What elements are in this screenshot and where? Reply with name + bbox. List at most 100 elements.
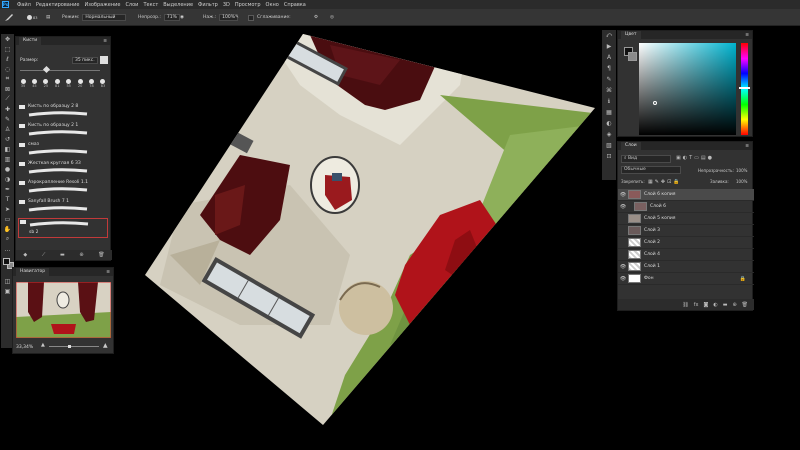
color-tab[interactable]: Цвет [621, 31, 641, 39]
styles-icon[interactable]: ◈ [602, 129, 616, 140]
visibility-eye-icon[interactable]: 👁 [618, 276, 628, 282]
layer-style-icon[interactable]: fx [694, 302, 699, 308]
navigator-zoom-slider[interactable] [49, 346, 99, 347]
smoothing-checkbox[interactable] [248, 14, 254, 21]
preset-6[interactable]: 20 [76, 79, 84, 91]
properties-icon[interactable]: ▦ [602, 107, 616, 118]
menu-select[interactable]: Выделение [163, 2, 193, 8]
menu-edit[interactable]: Редактирование [36, 2, 80, 8]
brush-tool-icon[interactable]: ✎ [1, 114, 14, 124]
eyedropper-tool-icon[interactable]: ⟋ [1, 94, 14, 104]
hue-slider-handle[interactable] [739, 87, 750, 89]
preset-1[interactable]: 35 [19, 79, 27, 91]
brush-size-slider[interactable] [20, 70, 100, 71]
panel-menu-icon[interactable]: ≡ [106, 270, 110, 275]
brush-item[interactable]: Аэрокрапление Resoli 1.1 [18, 180, 108, 193]
add-mask-icon[interactable]: ◙ [703, 302, 708, 308]
brush-panel-toggle-icon[interactable]: ▤ [46, 13, 50, 22]
preset-2[interactable]: 45 [30, 79, 38, 91]
navigator-tab[interactable]: Навигатор [16, 268, 50, 276]
document-canvas[interactable] [140, 25, 610, 450]
color-field[interactable] [639, 43, 736, 135]
preset-3[interactable]: 25 [42, 79, 50, 91]
delete-brush-icon[interactable]: 🗑 [98, 252, 104, 258]
layer-row[interactable]: Слой 5 копия [618, 213, 754, 225]
lasso-tool-icon[interactable]: ℓ [1, 54, 14, 64]
menu-3d[interactable]: 3D [223, 2, 230, 8]
new-brush-icon[interactable]: ⊕ [79, 252, 83, 258]
paragraph-icon[interactable]: ¶ [602, 63, 616, 74]
marquee-tool-icon[interactable]: ⬚ [1, 44, 14, 54]
brush-tool-icon[interactable] [4, 13, 14, 22]
shape-tool-icon[interactable]: ▭ [1, 214, 14, 224]
brushes-tab[interactable]: Кисти [19, 37, 42, 45]
airbrush-icon[interactable]: ✎ [235, 13, 239, 22]
blend-mode-select[interactable]: Обычные [621, 166, 681, 174]
panel-menu-icon[interactable]: ≡ [103, 39, 107, 44]
brush-preset-picker[interactable]: 83 [27, 13, 37, 22]
panel-menu-icon[interactable]: ≡ [745, 33, 749, 38]
brush-tip-view-icon[interactable]: ◆ [23, 252, 27, 258]
layers-tab[interactable]: Слои [621, 142, 641, 150]
color-picker-cursor[interactable] [653, 101, 657, 105]
clone-stamp-tool-icon[interactable]: ♙ [1, 124, 14, 134]
brush-settings-icon[interactable]: ✎ [602, 74, 616, 85]
new-preset-icon[interactable] [100, 56, 108, 64]
more-tools-icon[interactable]: … [1, 244, 14, 254]
mode-select[interactable]: Нормальный [82, 14, 127, 21]
brush-settings-icon[interactable]: ⟋ [42, 252, 46, 258]
adjustment-layer-icon[interactable]: ◐ [713, 302, 717, 308]
type-tool-icon[interactable]: T [1, 194, 14, 204]
dodge-tool-icon[interactable]: ◑ [1, 174, 14, 184]
menu-filter[interactable]: Фильтр [198, 2, 218, 8]
history-brush-tool-icon[interactable]: ↺ [1, 134, 14, 144]
brush-item[interactable]: Жесткая круглая 6 ЗЗ [18, 161, 108, 174]
quick-select-tool-icon[interactable]: ◌ [1, 64, 14, 74]
layer-row[interactable]: Слой 2 [618, 237, 754, 249]
hand-tool-icon[interactable]: ✋ [1, 224, 14, 234]
visibility-eye-icon[interactable]: 👁 [618, 192, 628, 198]
brush-item-selected[interactable]: sb 2 [18, 218, 108, 238]
brush-size-slider-handle[interactable] [42, 65, 51, 74]
delete-layer-icon[interactable]: 🗑 [742, 302, 748, 308]
menu-help[interactable]: Справка [284, 2, 306, 8]
foreground-color-swatch[interactable] [3, 258, 10, 265]
brush-item[interactable]: Sanyfall Brush 7 1 [18, 199, 108, 212]
clone-source-icon[interactable]: ⌘ [602, 85, 616, 96]
channels-icon[interactable]: ▧ [602, 140, 616, 151]
preset-4[interactable]: 81 [53, 79, 61, 91]
frame-tool-icon[interactable]: ⊠ [1, 84, 14, 94]
new-group-icon[interactable]: ▬ [723, 302, 728, 308]
history-icon[interactable]: ⤺ [602, 30, 616, 41]
link-layers-icon[interactable]: ⛓ [682, 302, 688, 308]
menu-window[interactable]: Окно [266, 2, 279, 8]
menu-type[interactable]: Текст [143, 2, 158, 8]
layer-row[interactable]: Слой 4 [618, 249, 754, 261]
zoom-tool-icon[interactable]: ⌕ [1, 234, 14, 244]
opacity-input[interactable]: 71% [163, 14, 180, 21]
layer-row[interactable]: 👁 Фон 🔒 [618, 273, 754, 285]
settings-gear-icon[interactable]: ⚙ [314, 13, 318, 22]
info-icon[interactable]: ℹ [602, 96, 616, 107]
layer-row[interactable]: 👁 Слой 6 копия [618, 189, 754, 201]
navigator-thumbnail[interactable] [16, 282, 111, 338]
layer-row[interactable]: 👁 Слой 1 [618, 261, 754, 273]
preset-8[interactable]: 83 [99, 79, 107, 91]
visibility-eye-icon[interactable]: 👁 [618, 264, 628, 270]
brush-item[interactable]: Кисть по образцу 2 1 [18, 123, 108, 136]
adjustments-icon[interactable]: ◐ [602, 118, 616, 129]
path-select-tool-icon[interactable]: ➤ [1, 204, 14, 214]
navigator-zoom-handle[interactable] [68, 345, 71, 348]
layer-row[interactable]: 👁 Слой 6 [618, 201, 754, 213]
new-group-icon[interactable]: ▬ [60, 252, 65, 258]
preset-5[interactable]: 55 [65, 79, 73, 91]
crop-tool-icon[interactable]: ⌗ [1, 74, 14, 84]
healing-brush-tool-icon[interactable]: ✚ [1, 104, 14, 114]
preset-7[interactable]: 78 [88, 79, 96, 91]
eraser-tool-icon[interactable]: ◧ [1, 144, 14, 154]
menu-image[interactable]: Изображение [84, 2, 120, 8]
brush-size-input[interactable]: 35 пикс. [72, 57, 98, 64]
hue-slider[interactable] [739, 43, 750, 135]
lock-icons[interactable]: ▦✎✥⊡🔒 [648, 179, 682, 185]
layer-filter-kind[interactable]: ⌕ Вид [621, 155, 671, 163]
